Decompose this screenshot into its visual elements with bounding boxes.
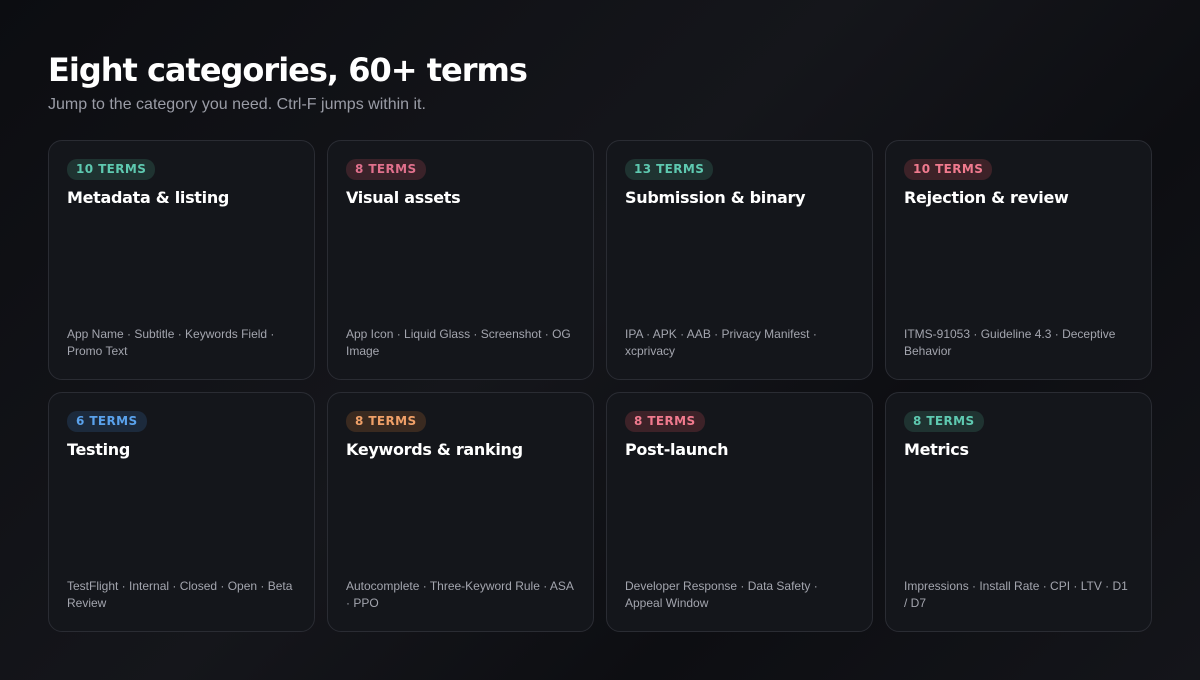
category-card-post-launch[interactable]: 8 TERMS Post-launch Developer Response ·… xyxy=(606,392,873,632)
category-terms: App Icon · Liquid Glass · Screenshot · O… xyxy=(346,327,571,358)
category-terms: App Name · Subtitle · Keywords Field · P… xyxy=(67,327,275,358)
category-grid: 10 TERMS Metadata & listing App Name · S… xyxy=(48,140,1152,632)
category-terms: ITMS-91053 · Guideline 4.3 · Deceptive B… xyxy=(904,327,1116,358)
term-count-badge: 8 TERMS xyxy=(346,411,426,432)
category-terms: IPA · APK · AAB · Privacy Manifest · xcp… xyxy=(625,327,817,358)
category-card-metadata[interactable]: 10 TERMS Metadata & listing App Name · S… xyxy=(48,140,315,380)
category-card-rejection[interactable]: 10 TERMS Rejection & review ITMS-91053 ·… xyxy=(885,140,1152,380)
category-card-submission[interactable]: 13 TERMS Submission & binary IPA · APK ·… xyxy=(606,140,873,380)
page: Eight categories, 60+ terms Jump to the … xyxy=(48,50,1152,632)
category-title: Testing xyxy=(67,440,131,459)
category-title: Metadata & listing xyxy=(67,188,230,207)
category-card-visual-assets[interactable]: 8 TERMS Visual assets App Icon · Liquid … xyxy=(327,140,594,380)
category-terms: Developer Response · Data Safety · Appea… xyxy=(625,579,818,610)
page-title: Eight categories, 60+ terms xyxy=(48,51,528,89)
category-card-metrics[interactable]: 8 TERMS Metrics Impressions · Install Ra… xyxy=(885,392,1152,632)
category-title: Submission & binary xyxy=(625,188,806,207)
term-count-badge: 10 TERMS xyxy=(67,159,156,180)
category-terms: TestFlight · Internal · Closed · Open · … xyxy=(67,579,293,610)
term-count-badge: 8 TERMS xyxy=(346,159,426,180)
category-title: Post-launch xyxy=(625,440,729,459)
category-card-keywords[interactable]: 8 TERMS Keywords & ranking Autocomplete … xyxy=(327,392,594,632)
term-count-badge: 10 TERMS xyxy=(904,159,993,180)
category-card-testing[interactable]: 6 TERMS Testing TestFlight · Internal · … xyxy=(48,392,315,632)
category-title: Keywords & ranking xyxy=(346,440,523,459)
category-title: Rejection & review xyxy=(904,188,1069,207)
page-subtitle: Jump to the category you need. Ctrl-F ju… xyxy=(48,96,426,113)
category-terms: Autocomplete · Three-Keyword Rule · ASA … xyxy=(346,579,574,610)
term-count-badge: 6 TERMS xyxy=(67,411,147,432)
category-title: Metrics xyxy=(904,440,969,459)
term-count-badge: 13 TERMS xyxy=(625,159,714,180)
term-count-badge: 8 TERMS xyxy=(625,411,705,432)
category-title: Visual assets xyxy=(346,188,461,207)
term-count-badge: 8 TERMS xyxy=(904,411,984,432)
category-terms: Impressions · Install Rate · CPI · LTV ·… xyxy=(904,579,1128,610)
